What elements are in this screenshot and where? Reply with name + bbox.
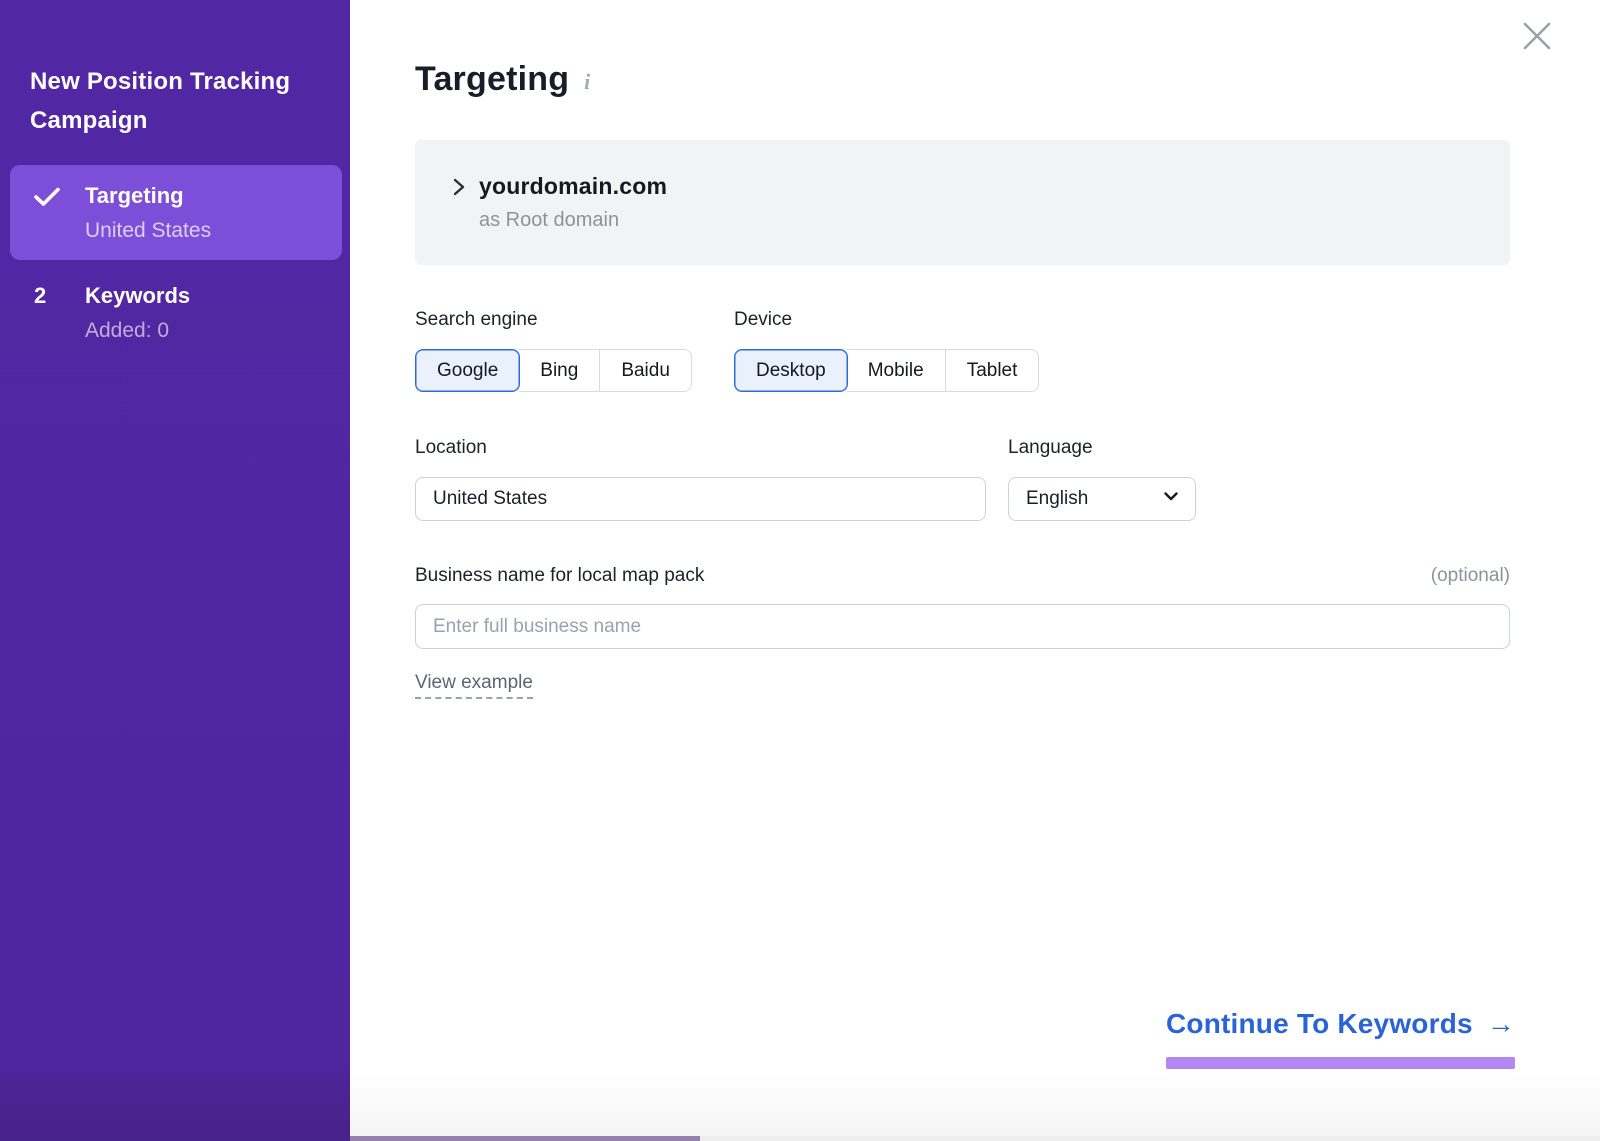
- step-keywords-number: 2: [10, 282, 85, 309]
- search-engine-option-baidu[interactable]: Baidu: [600, 349, 692, 392]
- continue-highlight-bar: [1166, 1057, 1515, 1069]
- domain-scope: as Root domain: [479, 209, 1510, 232]
- domain-summary-box[interactable]: yourdomain.com as Root domain: [415, 140, 1510, 265]
- language-selected-value: English: [1026, 488, 1088, 510]
- campaign-sidebar: New Position Tracking Campaign Targeting…: [0, 0, 350, 1141]
- step-targeting[interactable]: Targeting United States: [10, 165, 342, 260]
- business-name-input[interactable]: [415, 604, 1510, 649]
- sidebar-title: New Position Tracking Campaign: [30, 62, 320, 140]
- business-name-label: Business name for local map pack: [415, 565, 704, 587]
- search-engine-field: Search engine Google Bing Baidu: [415, 309, 734, 392]
- step-targeting-label: Targeting: [85, 182, 328, 209]
- search-engine-option-bing[interactable]: Bing: [519, 349, 600, 392]
- view-example-link[interactable]: View example: [415, 672, 533, 699]
- check-icon: [10, 182, 85, 207]
- search-engine-label: Search engine: [415, 309, 734, 331]
- location-label: Location: [415, 437, 986, 459]
- language-label: Language: [1008, 437, 1196, 459]
- modal-bottom-edge: [350, 1136, 1600, 1141]
- step-keywords-sublabel: Added: 0: [85, 318, 328, 343]
- search-engine-option-google[interactable]: Google: [415, 349, 520, 392]
- device-label: Device: [734, 309, 1039, 331]
- language-field: Language English: [1008, 437, 1196, 521]
- device-field: Device Desktop Mobile Tablet: [734, 309, 1039, 392]
- domain-name: yourdomain.com: [479, 173, 667, 200]
- chevron-right-icon: [449, 175, 469, 199]
- language-select[interactable]: English: [1008, 477, 1196, 521]
- new-campaign-modal: New Position Tracking Campaign Targeting…: [0, 0, 1600, 1141]
- close-icon[interactable]: [1520, 18, 1556, 54]
- continue-label: Continue To Keywords: [1166, 1008, 1473, 1040]
- device-option-tablet[interactable]: Tablet: [946, 349, 1040, 392]
- arrow-right-icon: →: [1487, 1008, 1515, 1040]
- optional-tag: (optional): [1431, 565, 1510, 587]
- search-engine-segmented-control: Google Bing Baidu: [415, 349, 734, 392]
- continue-to-keywords-button[interactable]: Continue To Keywords →: [1166, 1008, 1515, 1069]
- device-segmented-control: Desktop Mobile Tablet: [734, 349, 1039, 392]
- chevron-down-icon: [1162, 487, 1180, 511]
- location-input[interactable]: [415, 477, 986, 521]
- page-title: Targeting: [415, 57, 569, 101]
- step-targeting-sublabel: United States: [85, 218, 328, 243]
- device-option-desktop[interactable]: Desktop: [734, 349, 848, 392]
- info-icon[interactable]: i: [584, 69, 590, 95]
- step-list: Targeting United States 2 Keywords Added…: [10, 165, 342, 360]
- step-keywords-label: Keywords: [85, 282, 328, 309]
- location-field: Location: [415, 437, 986, 521]
- step-keywords[interactable]: 2 Keywords Added: 0: [10, 265, 342, 360]
- device-option-mobile[interactable]: Mobile: [847, 349, 946, 392]
- targeting-panel: Targeting i yourdomain.com as Root domai…: [350, 0, 1600, 1141]
